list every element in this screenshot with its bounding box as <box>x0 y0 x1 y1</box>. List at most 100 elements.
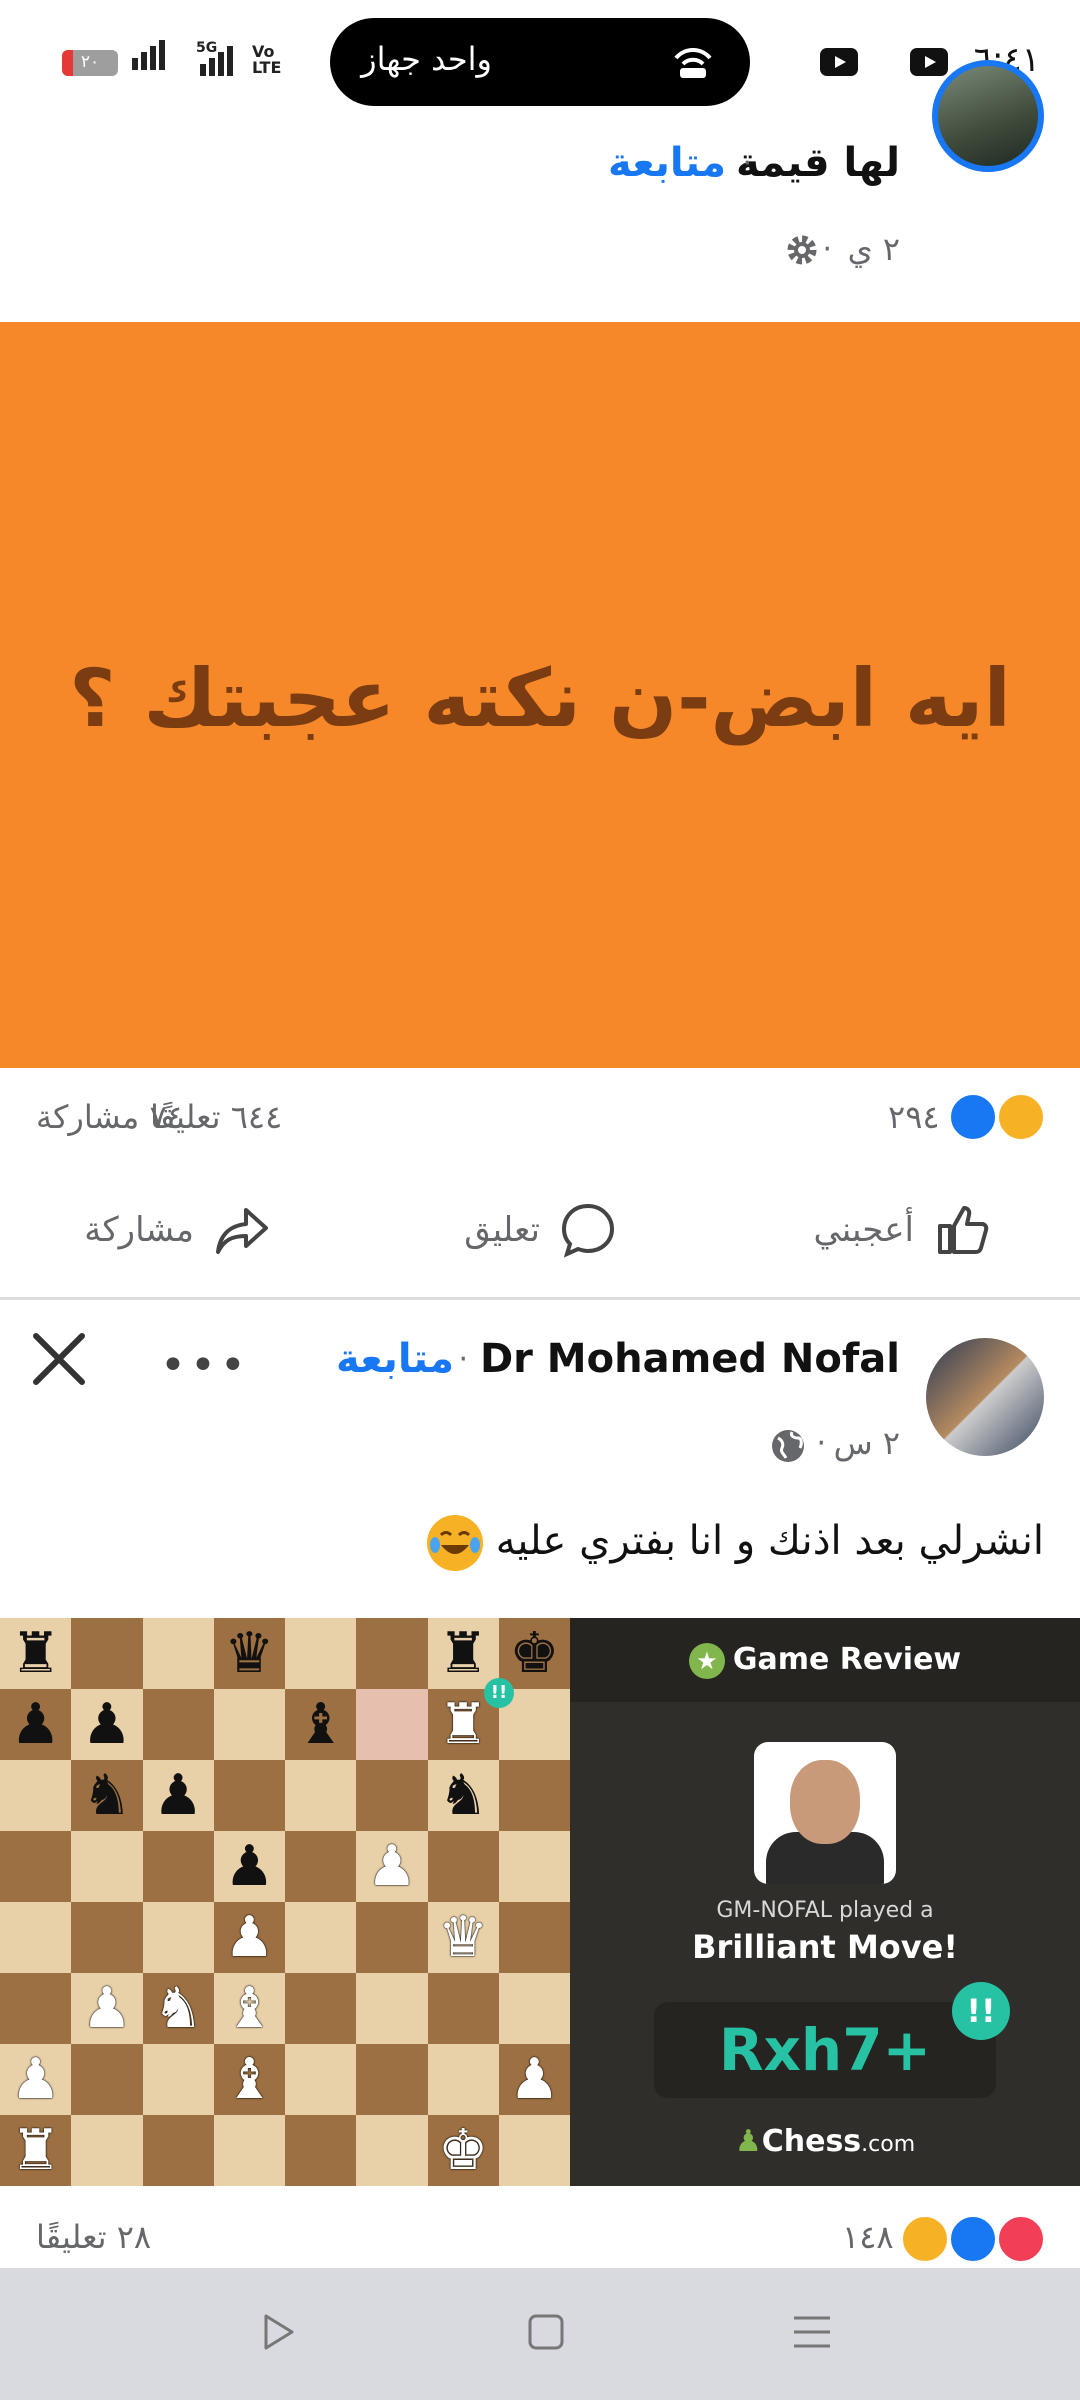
post2-reactions-count[interactable]: ١٤٨ <box>842 2218 894 2256</box>
black-king-icon: ♚ <box>509 1620 560 1686</box>
share-arrow-icon <box>216 1208 268 1254</box>
hotspot-icon <box>674 47 712 78</box>
separator-dot: · <box>742 146 752 181</box>
post1-action-bar: أعجبني تعليق مشاركة <box>0 1160 1080 1300</box>
like-reaction-icon <box>948 1092 998 1142</box>
board-square <box>498 2115 570 2186</box>
board-square <box>71 2044 143 2115</box>
board-square: ♜ <box>0 2115 72 2186</box>
board-square: ♟ <box>0 1689 72 1760</box>
board-square: ♞ <box>71 1760 143 1831</box>
post1-follow-link[interactable]: متابعة <box>608 140 726 186</box>
black-rook-icon: ♜ <box>438 1620 489 1686</box>
facebook-feed-screen: ٦:٤١ واحد جهاز Vo LTE 5G ٢٠ لها قيمة · م… <box>0 0 1080 2400</box>
post2-author[interactable]: Dr Mohamed Nofal <box>480 1336 900 1382</box>
gear-icon <box>787 235 817 265</box>
board-square <box>142 2044 214 2115</box>
board-square: ♚ <box>498 1618 570 1689</box>
share-label: مشاركة <box>84 1210 194 1250</box>
board-square: ♟ <box>0 2044 72 2115</box>
board-square: ♝ <box>213 2044 285 2115</box>
review-move: Rxh7+ <box>654 2002 996 2098</box>
post2-avatar[interactable] <box>926 1338 1044 1456</box>
brilliant-badge-icon: !! <box>484 1678 514 1708</box>
board-square: ♟ <box>71 1973 143 2044</box>
black-bishop-icon: ♝ <box>295 1691 346 1757</box>
youtube-icon <box>910 48 948 76</box>
black-knight-icon: ♞ <box>438 1762 489 1828</box>
battery-level: ٢٠ <box>80 52 100 72</box>
black-knight-icon: ♞ <box>81 1762 132 1828</box>
post2-chess-image[interactable]: ♜ ♛ ♜ ♚ ♟ ♟ ♝ ♜ ♞ ♟ ♞ ♟ ♟ ♟ ♛ ♟ ♞ ♝ ♟ ♝ ♟ ♜ ♚ !! ★ Game Review … <box>0 1618 1080 2186</box>
separator-dot: · <box>822 232 832 267</box>
hotspot-pill[interactable]: واحد جهاز <box>330 18 750 106</box>
black-pawn-icon: ♟ <box>10 1691 61 1757</box>
white-king-icon: ♚ <box>438 2117 489 2183</box>
board-square <box>356 1902 428 1973</box>
board-square <box>498 1831 570 1902</box>
post1-banner-text: ايه ابض-ن نكته عجبتك ؟ <box>69 652 1011 745</box>
board-square <box>427 2044 499 2115</box>
board-square: ♟ <box>213 1831 285 1902</box>
board-square <box>356 2115 428 2186</box>
thumbs-up-icon <box>938 1206 989 1254</box>
post1-shares-count[interactable]: ٧٤ مشاركة <box>36 1098 184 1136</box>
pawn-logo-icon: ♟ <box>734 2124 762 2159</box>
hotspot-label: واحد جهاز <box>361 40 492 78</box>
network-5g-label: 5G <box>196 40 218 56</box>
share-button[interactable]: مشاركة <box>84 1198 272 1262</box>
white-pawn-icon: ♟ <box>10 2046 61 2112</box>
white-bishop-icon: ♝ <box>224 1975 275 2041</box>
youtube-icon <box>820 48 858 76</box>
board-square <box>356 2044 428 2115</box>
board-square <box>356 1973 428 2044</box>
home-square-icon[interactable] <box>526 2312 566 2352</box>
review-header: ★ Game Review <box>570 1618 1080 1702</box>
like-button[interactable]: أعجبني <box>813 1198 992 1262</box>
recents-menu-icon[interactable] <box>792 2312 832 2352</box>
board-square: ♛ <box>427 1902 499 1973</box>
board-square <box>142 1689 214 1760</box>
comment-button[interactable]: تعليق <box>464 1198 618 1262</box>
close-icon[interactable] <box>30 1330 88 1388</box>
board-square <box>0 1902 72 1973</box>
board-square: ♟ <box>142 1760 214 1831</box>
board-square <box>285 1831 357 1902</box>
haha-reaction-icon <box>996 1092 1046 1142</box>
post1-avatar[interactable] <box>932 60 1044 172</box>
board-square <box>285 1760 357 1831</box>
black-queen-icon: ♛ <box>224 1620 275 1686</box>
post2-follow-link[interactable]: متابعة <box>336 1336 454 1382</box>
board-square <box>356 1618 428 1689</box>
post1-reactions-count[interactable]: ٢٩٤ <box>888 1098 940 1136</box>
post1-text-banner[interactable]: ايه ابض-ن نكته عجبتك ؟ <box>0 322 1080 1068</box>
more-options-icon[interactable]: ••• <box>160 1340 250 1391</box>
separator-dot: · <box>816 1426 826 1461</box>
board-square: ♞ <box>142 1973 214 2044</box>
post1-time: ٢ ي <box>847 230 900 268</box>
post1-author[interactable]: لها قيمة <box>736 140 900 186</box>
board-square <box>0 1831 72 1902</box>
post2-comments-count[interactable]: ٢٨ تعليقًا <box>36 2218 151 2256</box>
board-square <box>71 1618 143 1689</box>
board-square <box>498 1973 570 2044</box>
system-nav-bar <box>0 2268 1080 2400</box>
board-square <box>142 1831 214 1902</box>
white-knight-icon: ♞ <box>153 1975 204 2041</box>
review-played-text: GM-NOFAL played a <box>716 1898 934 1923</box>
board-square <box>71 1831 143 1902</box>
board-square <box>285 1618 357 1689</box>
logo-main: Chess <box>761 2124 862 2159</box>
back-triangle-icon[interactable] <box>258 2312 298 2352</box>
status-bar: ٦:٤١ واحد جهاز Vo LTE 5G ٢٠ <box>0 0 1080 124</box>
board-square: ♞ <box>427 1760 499 1831</box>
separator-dot: · <box>458 1342 468 1377</box>
board-square <box>427 1831 499 1902</box>
black-pawn-icon: ♟ <box>153 1762 204 1828</box>
post2-caption-line: انشرلي بعد اذنك و انا بفتري عليه <box>427 1515 1044 1571</box>
post2-caption: انشرلي بعد اذنك و انا بفتري عليه <box>495 1518 1044 1564</box>
love-reaction-icon <box>996 2214 1046 2264</box>
tears-of-joy-emoji-icon <box>427 1515 484 1571</box>
board-square <box>0 1973 72 2044</box>
white-pawn-icon: ♟ <box>224 1904 275 1970</box>
